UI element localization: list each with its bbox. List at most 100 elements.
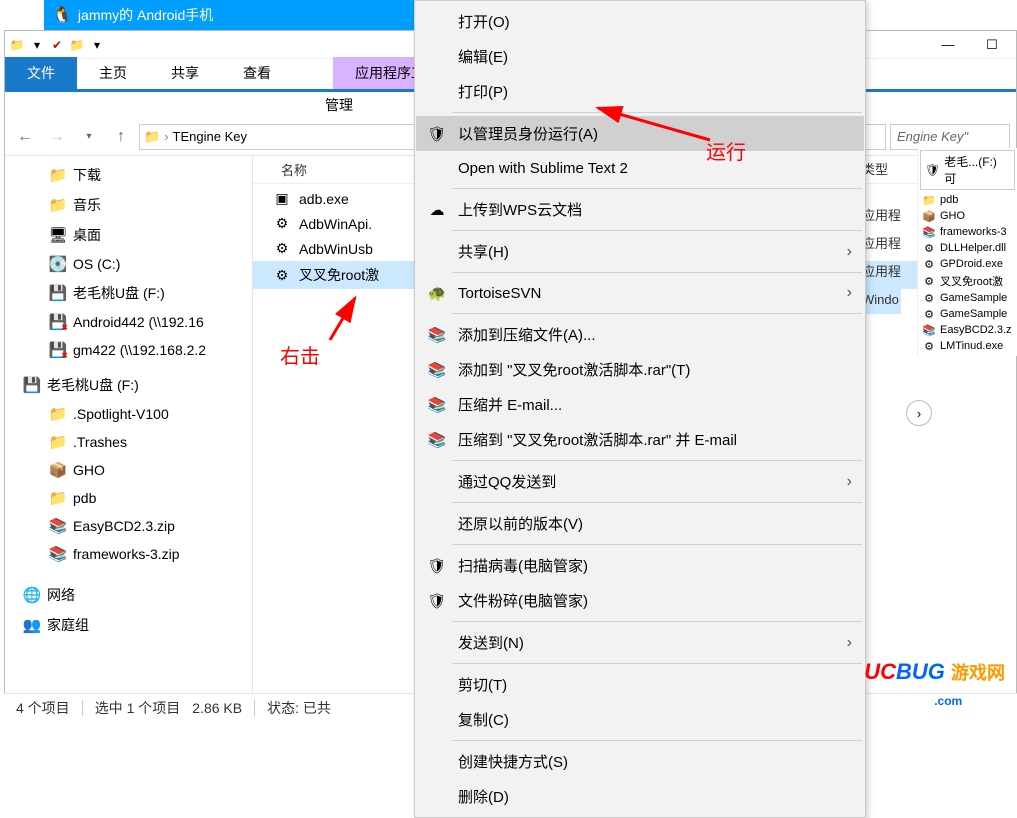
menu-item[interactable]: 通过QQ发送到› xyxy=(416,464,864,499)
menu-icon xyxy=(426,752,448,772)
tree-icon: 💾 xyxy=(49,313,67,331)
maximize-button[interactable]: ☐ xyxy=(972,33,1012,57)
preview-item[interactable]: 📁pdb xyxy=(920,192,1015,208)
status-size: 2.86 KB xyxy=(192,700,242,716)
tree-item[interactable]: 📁pdb xyxy=(5,484,252,512)
tree-item[interactable]: 📁音乐 xyxy=(5,190,252,220)
menu-item[interactable]: 打印(P) xyxy=(416,74,864,109)
overflow-icon[interactable]: ▾ xyxy=(89,37,105,53)
breadcrumb-part[interactable]: TEngine Key xyxy=(173,129,247,144)
folder-icon: 📁 xyxy=(9,37,25,53)
preview-item[interactable]: ⚙叉叉免root激 xyxy=(920,272,1015,290)
menu-item[interactable]: ☁上传到WPS云文档 xyxy=(416,192,864,227)
tree-item[interactable]: 📁.Trashes xyxy=(5,428,252,456)
preview-item[interactable]: ⚙GPDroid.exe xyxy=(920,256,1015,272)
preview-item[interactable]: 📚EasyBCD2.3.z xyxy=(920,322,1015,338)
menu-item[interactable]: 编辑(E) xyxy=(416,39,864,74)
back-button[interactable]: ← xyxy=(11,123,39,151)
folder-icon-2[interactable]: 📁 xyxy=(69,37,85,53)
tree-item[interactable]: 📦GHO xyxy=(5,456,252,484)
col-name[interactable]: 名称 xyxy=(273,160,315,179)
check-icon[interactable]: ✔ xyxy=(49,37,65,53)
preview-icon: 📁 xyxy=(922,193,936,207)
tree-item[interactable]: 🖥桌面 xyxy=(5,220,252,250)
menu-separator xyxy=(452,502,862,503)
preview-item[interactable]: ⚙LMTinud.exe xyxy=(920,338,1015,354)
menu-label: 以管理员身份运行(A) xyxy=(458,123,852,144)
recent-button[interactable]: ▾ xyxy=(75,123,103,151)
menu-item[interactable]: 📚压缩到 "叉叉免root激活脚本.rar" 并 E-mail xyxy=(416,422,864,457)
tree-icon: 📚 xyxy=(49,545,67,563)
tab-home[interactable]: 主页 xyxy=(77,57,149,89)
menu-item[interactable]: 创建快捷方式(S) xyxy=(416,744,864,779)
tree-group-header[interactable]: 💾老毛桃U盘 (F:) xyxy=(5,370,252,400)
menu-icon: 📚 xyxy=(426,395,448,415)
tree-item[interactable]: 💾gm422 (\\192.168.2.2 xyxy=(5,336,252,364)
minimize-button[interactable]: — xyxy=(928,33,968,57)
qq-penguin-icon: 🐧 xyxy=(52,5,72,25)
menu-label: 扫描病毒(电脑管家) xyxy=(458,555,852,576)
tree-icon: 📁 xyxy=(49,489,67,507)
tree-label: gm422 (\\192.168.2.2 xyxy=(73,342,206,358)
preview-item[interactable]: 📚frameworks-3 xyxy=(920,224,1015,240)
dropdown-icon[interactable]: ▾ xyxy=(29,37,45,53)
breadcrumb-sep: › xyxy=(164,129,168,144)
tree-label: 下载 xyxy=(73,165,101,185)
menu-item[interactable]: 📚添加到压缩文件(A)... xyxy=(416,317,864,352)
preview-item[interactable]: ⚙GameSample xyxy=(920,290,1015,306)
menu-item[interactable]: 🛡以管理员身份运行(A) xyxy=(416,116,864,151)
menu-item[interactable]: 📚压缩并 E-mail... xyxy=(416,387,864,422)
up-button[interactable]: ↑ xyxy=(107,123,135,151)
tree-item[interactable]: 📚frameworks-3.zip xyxy=(5,540,252,568)
forward-button[interactable]: → xyxy=(43,123,71,151)
menu-item[interactable]: 还原以前的版本(V) xyxy=(416,506,864,541)
tree-icon: 🌐 xyxy=(23,586,41,604)
tab-file[interactable]: 文件 xyxy=(5,57,77,89)
preview-item[interactable]: ⚙GameSample xyxy=(920,306,1015,322)
file-icon: ▣ xyxy=(273,190,291,207)
tree-item[interactable]: 📁.Spotlight-V100 xyxy=(5,400,252,428)
submenu-arrow-icon: › xyxy=(847,243,852,261)
file-icon: ⚙ xyxy=(273,215,291,232)
menu-label: 通过QQ发送到 xyxy=(458,471,837,492)
tree-label: 音乐 xyxy=(73,195,101,215)
tab-view[interactable]: 查看 xyxy=(221,57,293,89)
tree-item[interactable]: 💾老毛桃U盘 (F:) xyxy=(5,278,252,308)
tree-footer-item[interactable]: 👥家庭组 xyxy=(5,610,252,640)
preview-item[interactable]: 📦GHO xyxy=(920,208,1015,224)
menu-item[interactable]: 🛡文件粉碎(电脑管家) xyxy=(416,583,864,618)
preview-title: 🛡 老毛...(F:) 可 xyxy=(920,150,1015,190)
tree-item[interactable]: 💽OS (C:) xyxy=(5,250,252,278)
preview-item[interactable]: ⚙DLLHelper.dll xyxy=(920,240,1015,256)
menu-item[interactable]: 📚添加到 "叉叉免root激活脚本.rar"(T) xyxy=(416,352,864,387)
search-box[interactable]: Engine Key" xyxy=(890,124,1010,150)
menu-separator xyxy=(452,112,862,113)
preview-icon: ⚙ xyxy=(922,291,936,305)
tree-item[interactable]: 📚EasyBCD2.3.zip xyxy=(5,512,252,540)
next-circle-button[interactable]: › xyxy=(906,400,932,426)
tab-share[interactable]: 共享 xyxy=(149,57,221,89)
watermark: UCBUG 游戏网 .com xyxy=(864,659,1005,711)
menu-item[interactable]: 复制(C) xyxy=(416,702,864,737)
menu-label: 复制(C) xyxy=(458,709,852,730)
tree-footer-item[interactable]: 🌐网络 xyxy=(5,580,252,610)
preview-icon: ⚙ xyxy=(922,241,936,255)
menu-item[interactable]: 删除(D) xyxy=(416,779,864,814)
menu-item[interactable]: 打开(O) xyxy=(416,4,864,39)
menu-icon xyxy=(426,472,448,492)
menu-item[interactable]: 共享(H)› xyxy=(416,234,864,269)
menu-item[interactable]: 剪切(T) xyxy=(416,667,864,702)
tree-item[interactable]: 📁 下载 xyxy=(5,160,252,190)
tree-icon: 📁 xyxy=(49,166,67,184)
menu-label: 发送到(N) xyxy=(458,632,837,653)
menu-item[interactable]: 🛡扫描病毒(电脑管家) xyxy=(416,548,864,583)
menu-label: 文件粉碎(电脑管家) xyxy=(458,590,852,611)
menu-item[interactable]: 发送到(N)› xyxy=(416,625,864,660)
tab-manage[interactable]: 管理 xyxy=(325,95,353,115)
menu-item[interactable]: 🐢TortoiseSVN› xyxy=(416,276,864,310)
tree-item[interactable]: 💾Android442 (\\192.16 xyxy=(5,308,252,336)
menu-separator xyxy=(452,740,862,741)
tree-icon: 📦 xyxy=(49,461,67,479)
preview-icon: 📚 xyxy=(922,323,936,337)
menu-item[interactable]: Open with Sublime Text 2 xyxy=(416,151,864,185)
